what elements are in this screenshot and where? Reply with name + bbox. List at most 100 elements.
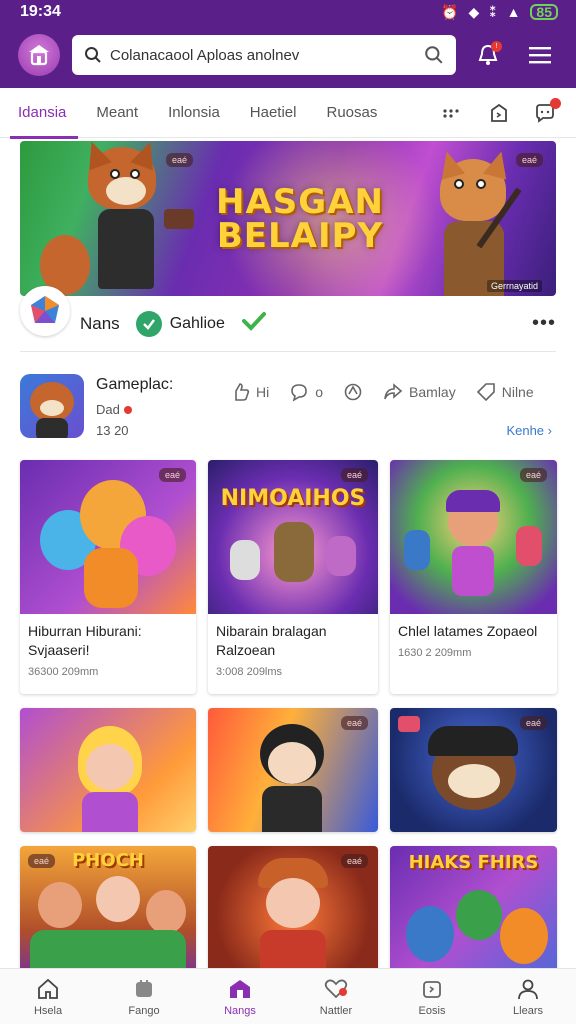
card-thumbnail: eaé <box>208 708 378 832</box>
notification-badge: ! <box>491 41 502 52</box>
game-card[interactable] <box>20 708 196 832</box>
game-badge-icon <box>135 310 162 337</box>
search-input[interactable] <box>110 46 416 64</box>
wifi-icon: ◆ <box>468 3 480 20</box>
nav-events[interactable]: Eosis <box>384 969 480 1024</box>
user-icon <box>518 979 538 999</box>
share-icon <box>384 383 403 400</box>
game-card[interactable]: HIAKS FHIRS <box>390 846 557 986</box>
store-bag-icon[interactable] <box>486 100 512 126</box>
home-icon <box>38 978 58 999</box>
alarm-icon: ⏰ <box>441 3 459 20</box>
nav-games[interactable]: Fango <box>96 969 192 1024</box>
like-button[interactable]: Hi <box>232 382 269 402</box>
messages-badge <box>550 97 561 109</box>
verified-check-icon <box>241 311 267 336</box>
category-tabs: Idansia Meant Inlonsia Haetiel Ruosas <box>0 88 576 139</box>
game-date: 13 20 <box>96 423 129 438</box>
featured-banner[interactable]: HASGAN BELAIPY eaé eaé Gerrnayatid <box>20 141 556 296</box>
card-thumbnail: eaé <box>208 846 378 986</box>
tab-inlonsia[interactable]: Inlonsia <box>168 88 220 138</box>
game-card[interactable]: eaé Chlel latames Zopaeol 1630 2 209mm <box>390 460 557 694</box>
signal-icon: ⁑ <box>489 3 497 20</box>
game-developer: Dad <box>96 402 120 417</box>
card-meta: 36300 209mm <box>28 666 99 678</box>
nav-favorites[interactable]: Nattler <box>288 969 384 1024</box>
tag-icon <box>476 383 495 402</box>
channel-avatar[interactable] <box>20 285 70 336</box>
card-meta: 1630 2 209mm <box>398 647 472 659</box>
react-button[interactable] <box>343 382 363 402</box>
game-grid: eaé Hiburran Hiburani: Svjaaseri! 36300 … <box>20 460 557 1000</box>
tab-idansia[interactable]: Idansia <box>9 88 79 139</box>
bottom-navigation: Hsela Fango Nangs Nattler Eosis Llears <box>0 968 576 1024</box>
store-icon <box>29 45 49 66</box>
thumb-up-icon <box>235 383 250 401</box>
hamburger-icon <box>529 47 551 64</box>
card-thumbnail <box>20 708 196 832</box>
heart-icon <box>324 979 348 998</box>
card-title: Chlel latames Zopaeol <box>398 623 538 639</box>
tab-meant[interactable]: Meant <box>96 88 138 138</box>
search-submit-icon[interactable] <box>424 45 444 65</box>
share-button[interactable]: Bamlay <box>383 382 456 402</box>
live-dot-icon <box>123 405 132 414</box>
reaction-icon <box>344 383 362 401</box>
game-card[interactable]: eaé <box>208 708 378 832</box>
channel-logo-icon <box>31 295 59 323</box>
banner-caption: Gerrnayatid <box>486 280 542 292</box>
store-house-icon <box>230 979 250 998</box>
search-bar[interactable] <box>72 35 456 75</box>
top-bar: 19:34 ⏰ ◆ ⁑ ▲ 85 ! <box>0 0 576 88</box>
notifications-button[interactable]: ! <box>468 35 508 75</box>
game-title: Gameplac: <box>96 376 174 393</box>
card-thumbnail: PHOCH eaé <box>20 846 196 986</box>
comment-icon <box>291 384 308 402</box>
games-icon <box>136 979 152 997</box>
card-thumbnail: eaé <box>390 460 557 614</box>
card-title: Hiburran Hiburani: Svjaaseri! <box>28 623 142 658</box>
network-icon: ▲ <box>506 4 521 20</box>
more-dots-icon[interactable] <box>440 100 466 126</box>
card-thumbnail: HIAKS FHIRS <box>390 846 557 986</box>
comment-button[interactable]: o <box>289 382 323 402</box>
messages-icon[interactable] <box>532 97 561 126</box>
cat-character-image <box>410 148 550 296</box>
action-bar: Hi o Bamlay Nilne <box>232 382 554 402</box>
menu-button[interactable] <box>520 35 560 75</box>
banner-chip-right: eaé <box>516 153 544 167</box>
tab-haetiel[interactable]: Haetiel <box>250 88 297 138</box>
more-options-icon[interactable]: ••• <box>532 312 556 335</box>
channel-row: Nans Gahlioe ••• <box>20 285 556 352</box>
search-icon <box>85 47 101 63</box>
nav-store[interactable]: Nangs <box>192 969 288 1024</box>
calendar-icon <box>423 980 441 998</box>
save-button[interactable]: Nilne <box>476 382 534 402</box>
chevron-right-icon: › <box>547 423 552 438</box>
game-card[interactable]: eaé Hiburran Hiburani: Svjaaseri! 36300 … <box>20 460 196 694</box>
banner-title: HASGAN BELAIPY <box>216 182 384 256</box>
battery-icon: 85 <box>530 4 558 20</box>
app-logo[interactable] <box>18 34 60 76</box>
app-header: ! <box>0 24 576 76</box>
game-card[interactable]: eaé <box>390 708 557 832</box>
card-thumbnail: eaé <box>20 460 196 614</box>
game-card[interactable]: eaé <box>208 846 378 986</box>
banner-chip-left: eaé <box>166 153 194 167</box>
game-card[interactable]: NIMOAIHOS eaé Nibarain bralagan Ralzoean… <box>208 460 378 694</box>
game-icon-image[interactable] <box>20 374 84 438</box>
view-more-link[interactable]: Kenhe › <box>506 423 552 438</box>
game-card[interactable]: PHOCH eaé <box>20 846 196 986</box>
nav-profile[interactable]: Llears <box>480 969 576 1024</box>
channel-game[interactable]: Gahlioe <box>170 315 225 333</box>
card-meta: 3:008 209lms <box>216 666 283 678</box>
nav-home[interactable]: Hsela <box>0 969 96 1024</box>
status-bar: 19:34 ⏰ ◆ ⁑ ▲ 85 <box>0 0 576 24</box>
fox-character-image <box>40 141 194 296</box>
status-time: 19:34 <box>20 3 61 20</box>
card-title: Nibarain bralagan Ralzoean <box>216 623 327 658</box>
card-thumbnail: NIMOAIHOS eaé <box>208 460 378 614</box>
game-info: Gameplac: Dad 13 20 Hi o Bamlay Nilne Ke… <box>20 352 556 460</box>
channel-name[interactable]: Nans <box>80 314 120 334</box>
tab-ruosas[interactable]: Ruosas <box>326 88 377 138</box>
